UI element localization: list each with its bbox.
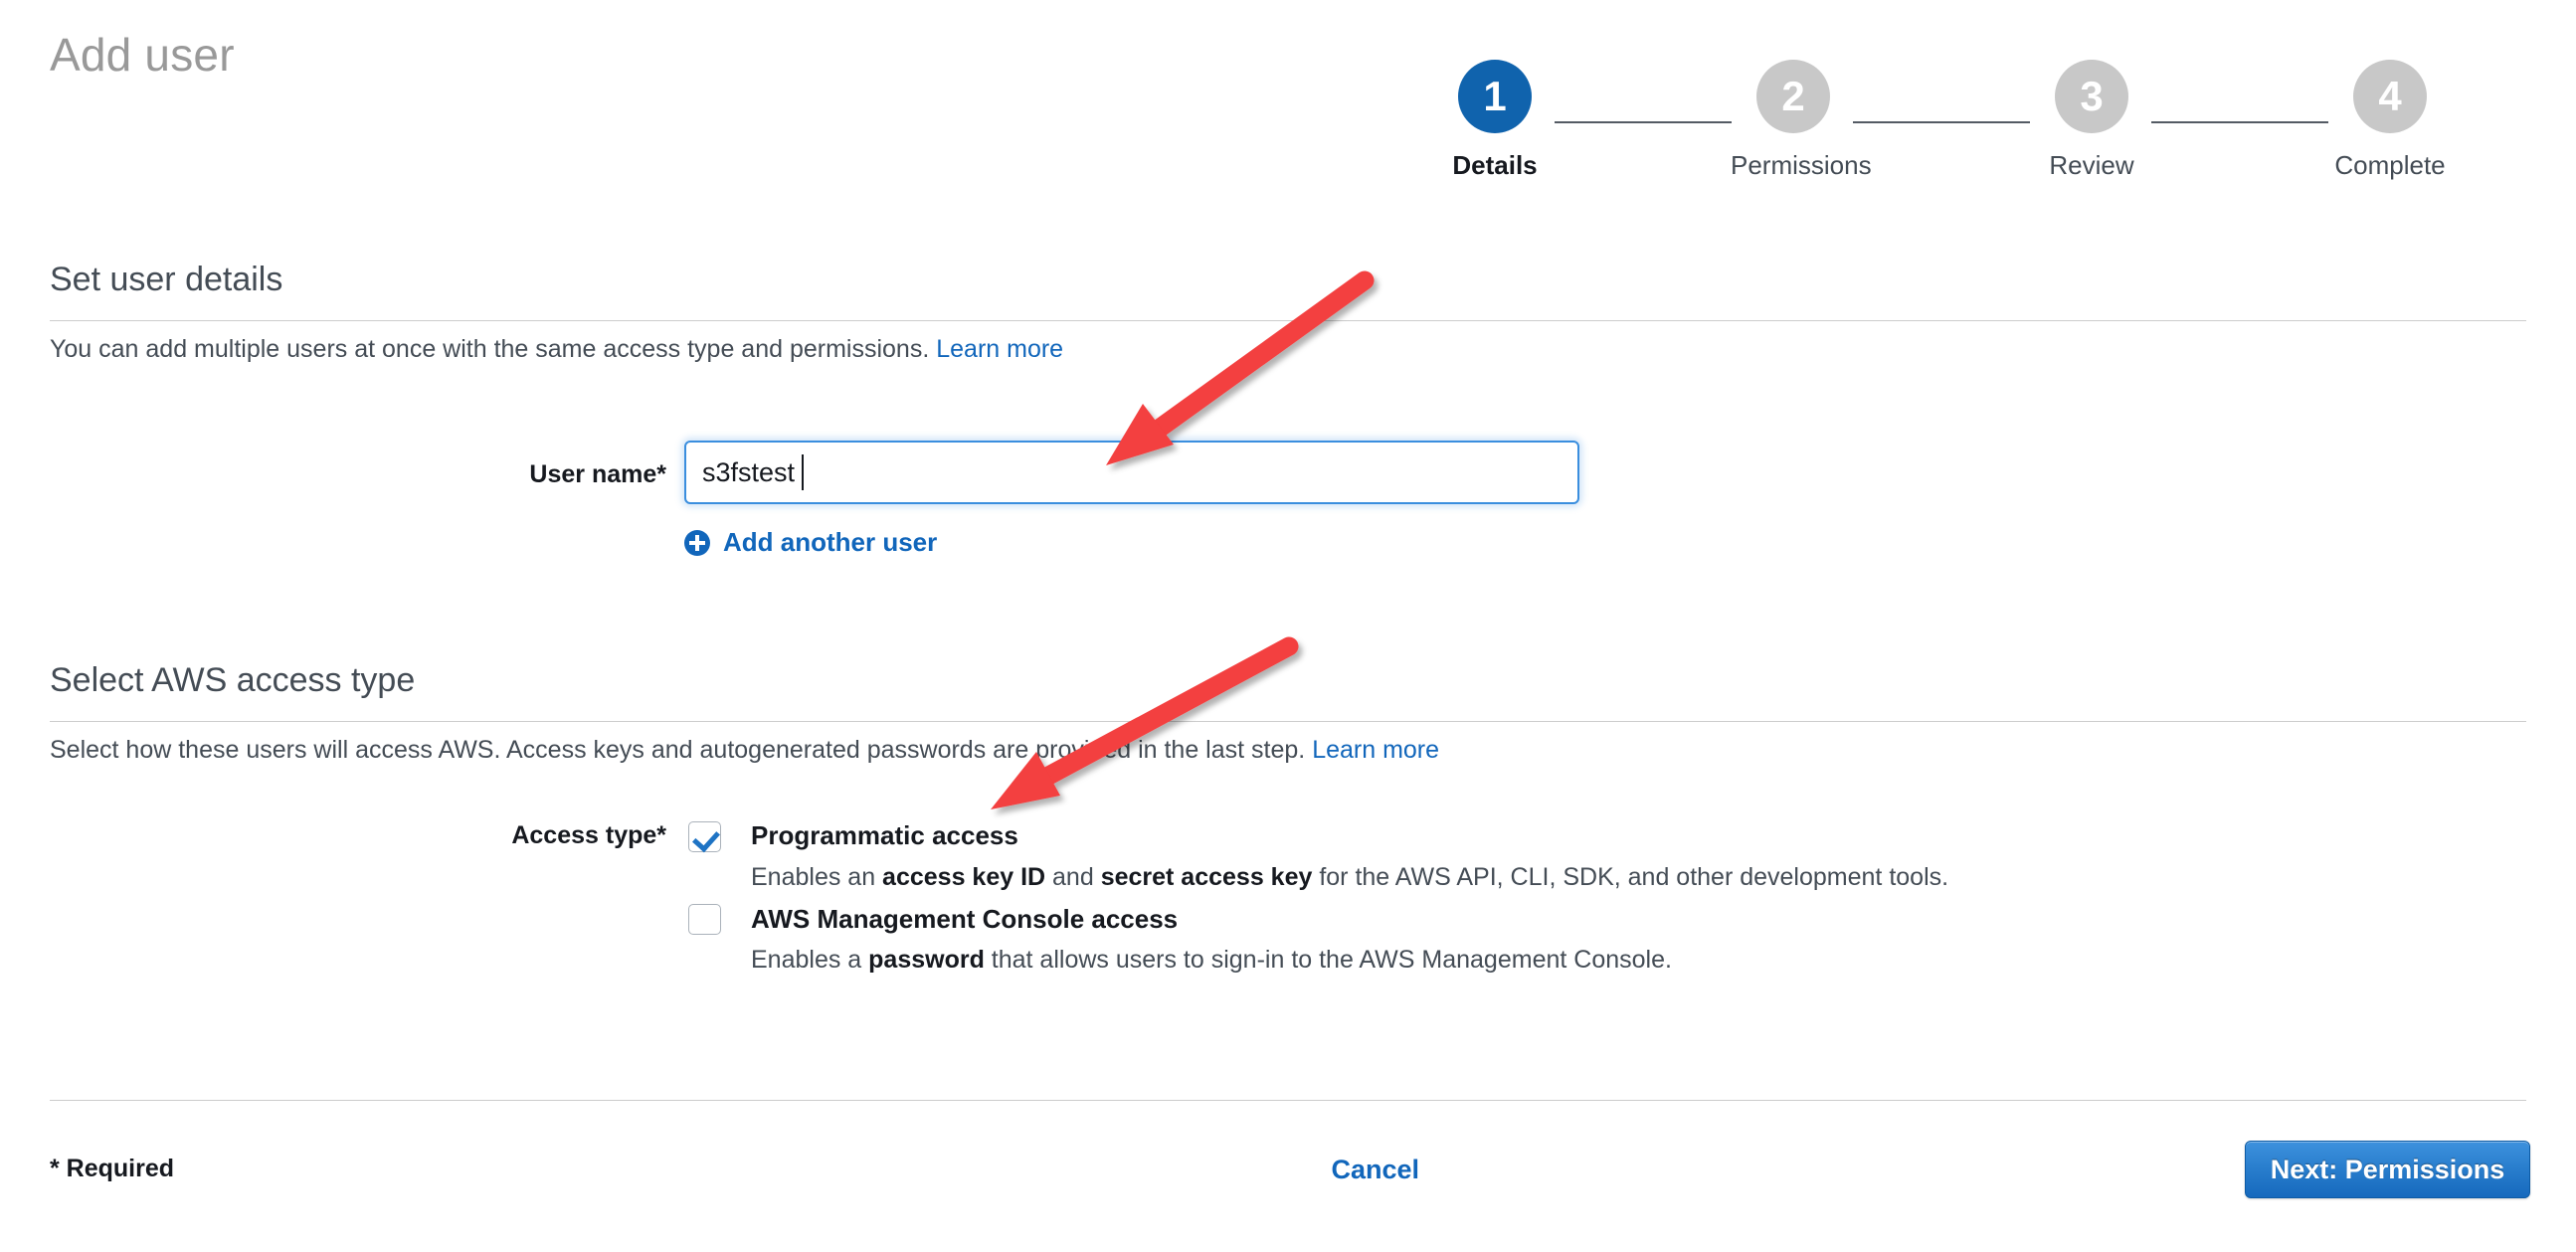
checkbox-programmatic-access[interactable] [688, 821, 721, 852]
stepper-step-label: Review [2049, 150, 2134, 180]
footer-divider [50, 1100, 2526, 1101]
select-access-type-divider [50, 721, 2526, 722]
page-title: Add user [50, 29, 235, 81]
checkbox-console-access[interactable] [688, 904, 721, 935]
stepper-step-complete[interactable]: 4 Complete [2327, 60, 2453, 181]
option-title-programmatic-access: Programmatic access [751, 820, 1018, 850]
stepper-connector-1 [1555, 121, 1732, 123]
stepper-connector-3 [2151, 121, 2328, 123]
add-another-user-label: Add another user [723, 527, 938, 557]
stepper-step-number: 1 [1458, 60, 1532, 133]
username-label: User name* [529, 460, 666, 488]
option-title-console-access: AWS Management Console access [751, 904, 1179, 934]
wizard-stepper: 1 Details 2 Permissions 3 Review 4 Compl… [1432, 30, 2516, 189]
learn-more-link-user-details[interactable]: Learn more [936, 335, 1063, 363]
stepper-step-label: Complete [2334, 150, 2446, 180]
username-input[interactable] [684, 441, 1579, 504]
set-user-details-description: You can add multiple users at once with … [50, 335, 1063, 364]
select-access-type-description: Select how these users will access AWS. … [50, 736, 1439, 765]
add-another-user-link[interactable]: Add another user [684, 527, 937, 558]
stepper-step-label: Details [1452, 150, 1538, 180]
set-user-details-description-text: You can add multiple users at once with … [50, 335, 930, 363]
select-access-type-heading: Select AWS access type [50, 661, 416, 699]
plus-circle-icon [684, 529, 710, 556]
stepper-step-permissions[interactable]: 2 Permissions [1731, 60, 1872, 181]
next-permissions-button[interactable]: Next: Permissions [2245, 1141, 2530, 1198]
stepper-step-number: 3 [2055, 60, 2128, 133]
select-access-type-description-text: Select how these users will access AWS. … [50, 736, 1306, 764]
stepper-step-review[interactable]: 3 Review [2029, 60, 2154, 181]
access-type-label: Access type* [511, 821, 666, 849]
cancel-button[interactable]: Cancel [1331, 1155, 1419, 1185]
add-user-wizard-page: Add user 1 Details 2 Permissions 3 Revie… [0, 0, 2576, 1252]
stepper-step-details[interactable]: 1 Details [1432, 60, 1558, 181]
text-cursor [802, 454, 804, 490]
set-user-details-divider [50, 320, 2526, 321]
stepper-step-number: 4 [2353, 60, 2427, 133]
stepper-step-number: 2 [1756, 60, 1830, 133]
required-note: * Required [50, 1155, 175, 1182]
option-description-programmatic-access: Enables an access key ID and secret acce… [751, 863, 1949, 891]
stepper-step-label: Permissions [1731, 150, 1872, 180]
arrow-to-username-field [1106, 270, 1375, 465]
stepper-connector-2 [1853, 121, 2030, 123]
arrow-to-access-checkbox [991, 636, 1299, 809]
option-description-console-access: Enables a password that allows users to … [751, 946, 1672, 974]
set-user-details-heading: Set user details [50, 261, 283, 298]
learn-more-link-access-type[interactable]: Learn more [1312, 736, 1439, 764]
